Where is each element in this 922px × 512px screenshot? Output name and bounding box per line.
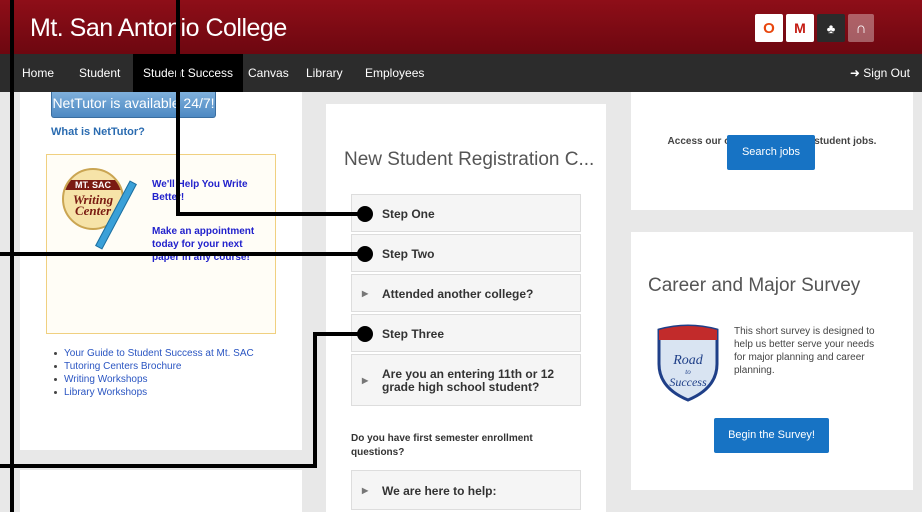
nav-canvas[interactable]: Canvas (248, 54, 289, 92)
office-icon[interactable]: O (755, 14, 783, 42)
writing-center-appointment[interactable]: Make an appointment today for your next … (152, 225, 267, 264)
chevron-right-icon: ▶ (362, 289, 369, 298)
list-item[interactable]: Writing Workshops (52, 373, 254, 386)
sign-out-link[interactable]: ➜ Sign Out (850, 54, 910, 92)
survey-description: This short survey is designed to help us… (734, 326, 875, 376)
main-nav: Home Student Student Success Canvas Libr… (0, 54, 922, 92)
accordion-attended-another-college[interactable]: ▶ Attended another college? (351, 274, 581, 312)
nav-employees[interactable]: Employees (365, 54, 424, 92)
site-title[interactable]: Mt. San Antonio College (30, 14, 287, 43)
accordion-high-school-student[interactable]: ▶ Are you an entering 11th or 12 grade h… (351, 354, 581, 406)
enrollment-question: Do you have first semester enrollment qu… (351, 433, 533, 458)
accordion-label: Attended another college? (382, 287, 534, 301)
road-logo-text-success: Success (669, 375, 707, 389)
search-jobs-button[interactable]: Search jobs (727, 135, 815, 170)
nav-library[interactable]: Library (306, 54, 343, 92)
chevron-right-icon: ▶ (362, 486, 369, 495)
list-item[interactable]: Library Workshops (52, 386, 254, 399)
accordion-label: Are you an entering 11th or 12 grade hig… (382, 367, 555, 394)
chevron-right-icon: ▶ (362, 376, 369, 385)
what-is-nettutor-link[interactable]: What is NetTutor? (51, 126, 145, 138)
accordion-help[interactable]: ▶ We are here to help: (351, 470, 581, 510)
accordion-label: Step One (382, 207, 435, 221)
accordion-step-two[interactable]: Step Two (351, 234, 581, 272)
list-item[interactable]: Your Guide to Student Success at Mt. SAC (52, 347, 254, 360)
accordion-label: Step Two (382, 247, 435, 261)
nav-home[interactable]: Home (22, 54, 54, 92)
nav-student[interactable]: Student (79, 54, 120, 92)
accordion-step-three[interactable]: Step Three (351, 314, 581, 352)
apps-icon[interactable]: ∩ (848, 14, 874, 42)
registration-title: New Student Registration C... (344, 149, 595, 170)
road-to-success-logo[interactable]: Road to Success (655, 322, 721, 402)
nettutor-button[interactable]: NetTutor is available 24/7! (51, 92, 216, 118)
accordion-step-one[interactable]: Step One (351, 194, 581, 232)
accordion-label: Step Three (382, 327, 445, 341)
road-logo-text: Road (672, 353, 704, 368)
writing-center-tagline[interactable]: We'll Help You Write Better! (152, 178, 262, 204)
career-survey-title: Career and Major Survey (648, 275, 861, 296)
nav-student-success[interactable]: Student Success (133, 54, 244, 92)
resource-links: Your Guide to Student Success at Mt. SAC… (52, 347, 254, 399)
sitemap-icon[interactable]: ♣ (817, 14, 845, 42)
gmail-icon[interactable]: M (786, 14, 814, 42)
sign-out-label: Sign Out (863, 66, 910, 80)
left-panel-lower (20, 470, 302, 512)
begin-survey-button[interactable]: Begin the Survey! (714, 418, 829, 453)
sign-out-icon: ➜ (849, 66, 864, 80)
accordion-label: We are here to help: (382, 484, 497, 498)
list-item[interactable]: Tutoring Centers Brochure (52, 360, 254, 373)
site-header: Mt. San Antonio College O M ♣ ∩ (0, 0, 922, 54)
logo-top-text: MT. SAC (64, 180, 122, 190)
